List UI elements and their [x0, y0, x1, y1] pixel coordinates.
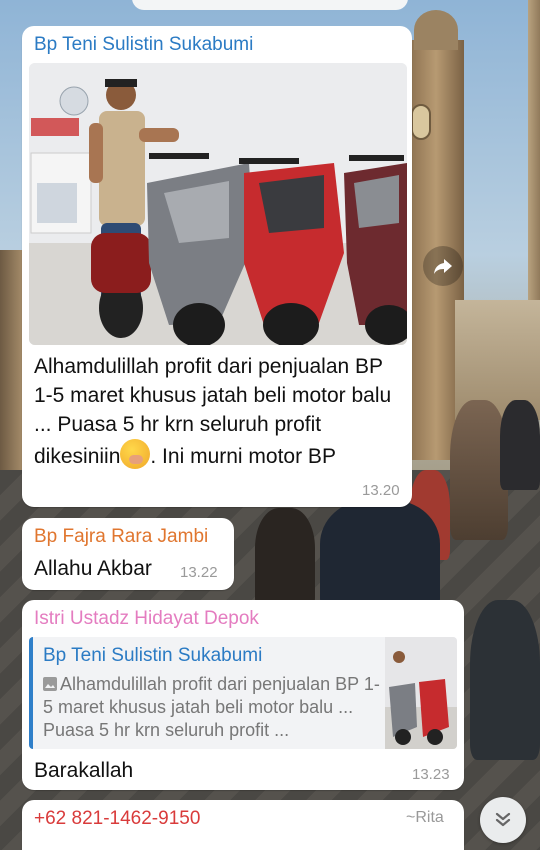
sender-name[interactable]: Bp Teni Sulistin Sukabumi	[34, 34, 253, 56]
forward-button[interactable]	[423, 246, 463, 286]
quoted-photo-thumbnail	[385, 637, 457, 749]
wallpaper-clock	[411, 104, 431, 140]
quoted-preview: Alhamdulillah profit dari penjualan BP 1…	[43, 674, 380, 740]
quoted-thumbnail-graphic	[385, 637, 457, 749]
message-text: Allahu Akbar	[34, 557, 152, 580]
wallpaper-person	[500, 400, 540, 490]
message-bubble[interactable]: Bp Fajra Rara Jambi Allahu Akbar 13.22	[22, 518, 234, 590]
wallpaper-person	[470, 600, 540, 760]
message-text: Alhamdulillah profit dari penjualan BP 1…	[34, 352, 406, 471]
scroll-to-bottom-button[interactable]	[480, 797, 526, 843]
message-text: Barakallah	[34, 759, 134, 782]
sender-nickname: ~Rita	[406, 809, 444, 826]
message-time: 13.20	[362, 482, 400, 499]
quoted-message[interactable]: Bp Teni Sulistin Sukabumi Alhamdulillah …	[29, 637, 457, 749]
previous-message-edge[interactable]	[132, 0, 408, 10]
message-bubble[interactable]: Bp Teni Sulistin Sukabumi Alhamdulillah …	[22, 26, 412, 507]
message-bubble[interactable]: Istri Ustadz Hidayat Depok Bp Teni Sulis…	[22, 600, 464, 790]
message-text-part: . Ini murni motor BP	[150, 445, 336, 468]
sender-name[interactable]: Istri Ustadz Hidayat Depok	[34, 608, 259, 630]
face-with-hand-over-mouth-emoji-icon	[120, 439, 151, 469]
showroom-photo-graphic	[29, 63, 407, 345]
double-chevron-down-icon	[495, 812, 511, 827]
quoted-text: Alhamdulillah profit dari penjualan BP 1…	[43, 673, 383, 742]
message-time: 13.22	[180, 564, 218, 581]
message-time: 13.23	[412, 766, 450, 783]
sender-name[interactable]: +62 821-1462-9150	[34, 808, 200, 830]
sender-name[interactable]: Bp Fajra Rara Jambi	[34, 526, 208, 548]
forward-icon	[434, 259, 452, 274]
quoted-sender-name: Bp Teni Sulistin Sukabumi	[43, 645, 263, 666]
message-photo[interactable]	[29, 63, 407, 345]
photo-icon	[43, 677, 57, 691]
wallpaper-person	[320, 500, 440, 610]
wallpaper-person	[255, 508, 315, 608]
message-bubble[interactable]: +62 821-1462-9150 ~Rita	[22, 800, 464, 850]
